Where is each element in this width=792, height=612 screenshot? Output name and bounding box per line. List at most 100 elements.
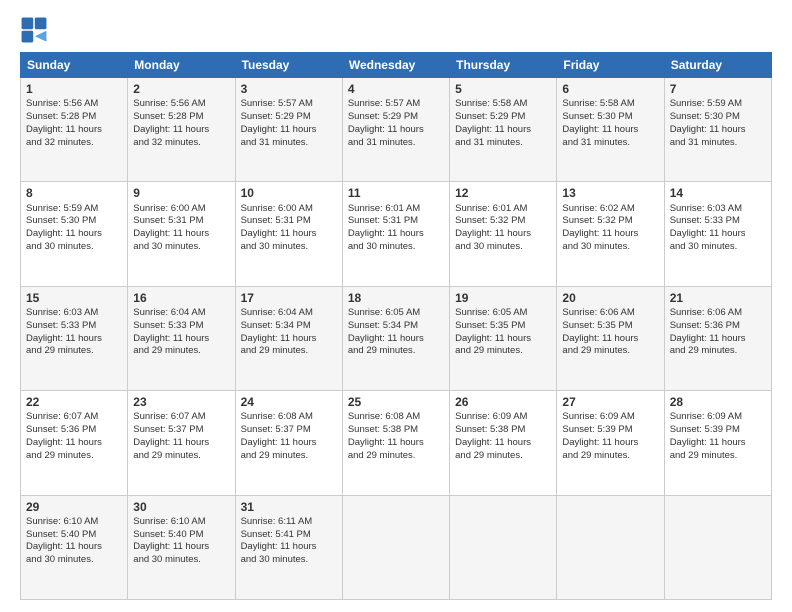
day-info-line: Sunrise: 6:07 AM	[133, 411, 229, 424]
logo-icon	[20, 16, 48, 44]
calendar-cell	[557, 495, 664, 599]
day-info-line: Daylight: 11 hours	[562, 437, 658, 450]
day-info-line: and 29 minutes.	[670, 345, 766, 358]
day-info-line: Sunset: 5:32 PM	[455, 215, 551, 228]
day-info-line: Sunset: 5:39 PM	[670, 424, 766, 437]
day-info-line: and 30 minutes.	[241, 241, 337, 254]
calendar-cell: 31Sunrise: 6:11 AMSunset: 5:41 PMDayligh…	[235, 495, 342, 599]
day-info-line: Sunset: 5:31 PM	[133, 215, 229, 228]
day-info-line: and 31 minutes.	[670, 137, 766, 150]
day-info-line: Sunset: 5:36 PM	[26, 424, 122, 437]
day-info-line: Sunset: 5:38 PM	[348, 424, 444, 437]
calendar-table: SundayMondayTuesdayWednesdayThursdayFrid…	[20, 52, 772, 600]
day-info-line: Sunrise: 5:58 AM	[455, 98, 551, 111]
page: SundayMondayTuesdayWednesdayThursdayFrid…	[0, 0, 792, 612]
day-info-line: Sunrise: 6:04 AM	[241, 307, 337, 320]
header	[20, 16, 772, 44]
day-info-line: Daylight: 11 hours	[26, 541, 122, 554]
day-info-line: Sunset: 5:35 PM	[562, 320, 658, 333]
calendar-header-row: SundayMondayTuesdayWednesdayThursdayFrid…	[21, 53, 772, 78]
calendar-cell: 26Sunrise: 6:09 AMSunset: 5:38 PMDayligh…	[450, 391, 557, 495]
day-number: 20	[562, 290, 658, 306]
day-info-line: Daylight: 11 hours	[670, 124, 766, 137]
day-info-line: Sunrise: 6:08 AM	[348, 411, 444, 424]
day-info-line: Sunrise: 6:09 AM	[455, 411, 551, 424]
day-number: 21	[670, 290, 766, 306]
day-info-line: and 29 minutes.	[562, 450, 658, 463]
day-info-line: and 29 minutes.	[26, 345, 122, 358]
day-info-line: and 29 minutes.	[348, 450, 444, 463]
day-info-line: Daylight: 11 hours	[670, 228, 766, 241]
day-number: 13	[562, 185, 658, 201]
day-info-line: Sunrise: 6:03 AM	[670, 203, 766, 216]
day-number: 17	[241, 290, 337, 306]
day-info-line: Sunrise: 6:00 AM	[241, 203, 337, 216]
day-info-line: Sunset: 5:39 PM	[562, 424, 658, 437]
calendar-cell: 27Sunrise: 6:09 AMSunset: 5:39 PMDayligh…	[557, 391, 664, 495]
day-number: 26	[455, 394, 551, 410]
calendar-header-tuesday: Tuesday	[235, 53, 342, 78]
day-info-line: Daylight: 11 hours	[348, 124, 444, 137]
calendar-cell: 22Sunrise: 6:07 AMSunset: 5:36 PMDayligh…	[21, 391, 128, 495]
day-info-line: and 29 minutes.	[241, 450, 337, 463]
day-number: 5	[455, 81, 551, 97]
day-number: 4	[348, 81, 444, 97]
calendar-header-sunday: Sunday	[21, 53, 128, 78]
calendar-cell: 14Sunrise: 6:03 AMSunset: 5:33 PMDayligh…	[664, 182, 771, 286]
day-info-line: Sunrise: 6:10 AM	[133, 516, 229, 529]
day-info-line: Sunrise: 5:56 AM	[133, 98, 229, 111]
day-info-line: Sunset: 5:33 PM	[26, 320, 122, 333]
day-info-line: and 32 minutes.	[133, 137, 229, 150]
day-info-line: Daylight: 11 hours	[26, 228, 122, 241]
day-info-line: Sunrise: 6:05 AM	[455, 307, 551, 320]
calendar-week-2: 8Sunrise: 5:59 AMSunset: 5:30 PMDaylight…	[21, 182, 772, 286]
calendar-cell: 11Sunrise: 6:01 AMSunset: 5:31 PMDayligh…	[342, 182, 449, 286]
day-number: 24	[241, 394, 337, 410]
day-info-line: Sunrise: 6:06 AM	[670, 307, 766, 320]
calendar-cell: 23Sunrise: 6:07 AMSunset: 5:37 PMDayligh…	[128, 391, 235, 495]
day-info-line: Sunrise: 6:11 AM	[241, 516, 337, 529]
day-info-line: Daylight: 11 hours	[133, 124, 229, 137]
day-number: 30	[133, 499, 229, 515]
day-info-line: and 29 minutes.	[133, 450, 229, 463]
day-info-line: Daylight: 11 hours	[241, 437, 337, 450]
day-info-line: and 31 minutes.	[562, 137, 658, 150]
day-info-line: Daylight: 11 hours	[348, 228, 444, 241]
day-info-line: Sunrise: 6:03 AM	[26, 307, 122, 320]
day-info-line: Daylight: 11 hours	[26, 437, 122, 450]
calendar-cell: 15Sunrise: 6:03 AMSunset: 5:33 PMDayligh…	[21, 286, 128, 390]
day-number: 16	[133, 290, 229, 306]
day-info-line: Sunset: 5:35 PM	[455, 320, 551, 333]
calendar-cell: 18Sunrise: 6:05 AMSunset: 5:34 PMDayligh…	[342, 286, 449, 390]
day-info-line: Sunrise: 5:57 AM	[348, 98, 444, 111]
day-info-line: Daylight: 11 hours	[562, 228, 658, 241]
day-info-line: and 31 minutes.	[241, 137, 337, 150]
calendar-header-thursday: Thursday	[450, 53, 557, 78]
calendar-cell	[450, 495, 557, 599]
day-number: 14	[670, 185, 766, 201]
day-info-line: Sunset: 5:40 PM	[26, 529, 122, 542]
day-info-line: Sunset: 5:31 PM	[348, 215, 444, 228]
calendar-cell: 25Sunrise: 6:08 AMSunset: 5:38 PMDayligh…	[342, 391, 449, 495]
day-info-line: Daylight: 11 hours	[26, 124, 122, 137]
day-info-line: Daylight: 11 hours	[348, 333, 444, 346]
calendar-cell: 10Sunrise: 6:00 AMSunset: 5:31 PMDayligh…	[235, 182, 342, 286]
day-info-line: Daylight: 11 hours	[562, 333, 658, 346]
calendar-cell: 8Sunrise: 5:59 AMSunset: 5:30 PMDaylight…	[21, 182, 128, 286]
day-info-line: and 32 minutes.	[26, 137, 122, 150]
day-number: 11	[348, 185, 444, 201]
logo	[20, 16, 52, 44]
day-info-line: Sunset: 5:31 PM	[241, 215, 337, 228]
day-info-line: Daylight: 11 hours	[455, 333, 551, 346]
day-number: 8	[26, 185, 122, 201]
day-info-line: Sunrise: 5:56 AM	[26, 98, 122, 111]
day-number: 15	[26, 290, 122, 306]
day-info-line: Daylight: 11 hours	[670, 437, 766, 450]
day-info-line: Sunset: 5:28 PM	[26, 111, 122, 124]
day-info-line: and 30 minutes.	[133, 241, 229, 254]
calendar-header-wednesday: Wednesday	[342, 53, 449, 78]
day-number: 6	[562, 81, 658, 97]
day-info-line: Sunset: 5:32 PM	[562, 215, 658, 228]
calendar-cell: 9Sunrise: 6:00 AMSunset: 5:31 PMDaylight…	[128, 182, 235, 286]
day-info-line: Sunrise: 5:57 AM	[241, 98, 337, 111]
